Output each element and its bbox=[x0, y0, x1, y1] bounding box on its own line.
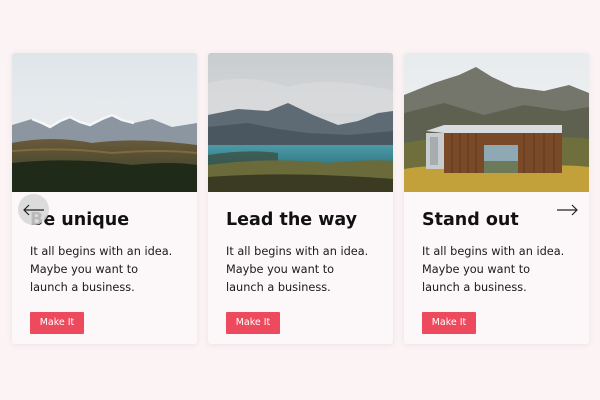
make-it-button[interactable]: Make It bbox=[226, 312, 280, 334]
mountain-landscape-image bbox=[12, 53, 197, 192]
make-it-button[interactable]: Make It bbox=[422, 312, 476, 334]
card-title: Lead the way bbox=[226, 210, 358, 230]
arrow-right-icon bbox=[556, 204, 578, 215]
card-list: Be unique It all begins with an idea. Ma… bbox=[12, 53, 589, 344]
card-title: Be unique bbox=[30, 210, 130, 230]
next-button[interactable] bbox=[551, 194, 582, 225]
card-lead-the-way: Lead the way It all begins with an idea.… bbox=[208, 53, 393, 344]
make-it-button[interactable]: Make It bbox=[30, 312, 84, 334]
arrow-left-icon bbox=[22, 204, 44, 215]
card-body: Lead the way It all begins with an idea.… bbox=[208, 192, 393, 334]
previous-button[interactable] bbox=[18, 194, 49, 225]
lake-mountain-image bbox=[208, 53, 393, 192]
card-text: It all begins with an idea. Maybe you wa… bbox=[226, 245, 369, 294]
card-text: It all begins with an idea. Maybe you wa… bbox=[30, 245, 173, 294]
card-text: It all begins with an idea. Maybe you wa… bbox=[422, 245, 565, 294]
carousel: Be unique It all begins with an idea. Ma… bbox=[0, 0, 600, 400]
cabin-mountain-image bbox=[404, 53, 589, 192]
card-title: Stand out bbox=[422, 210, 519, 230]
